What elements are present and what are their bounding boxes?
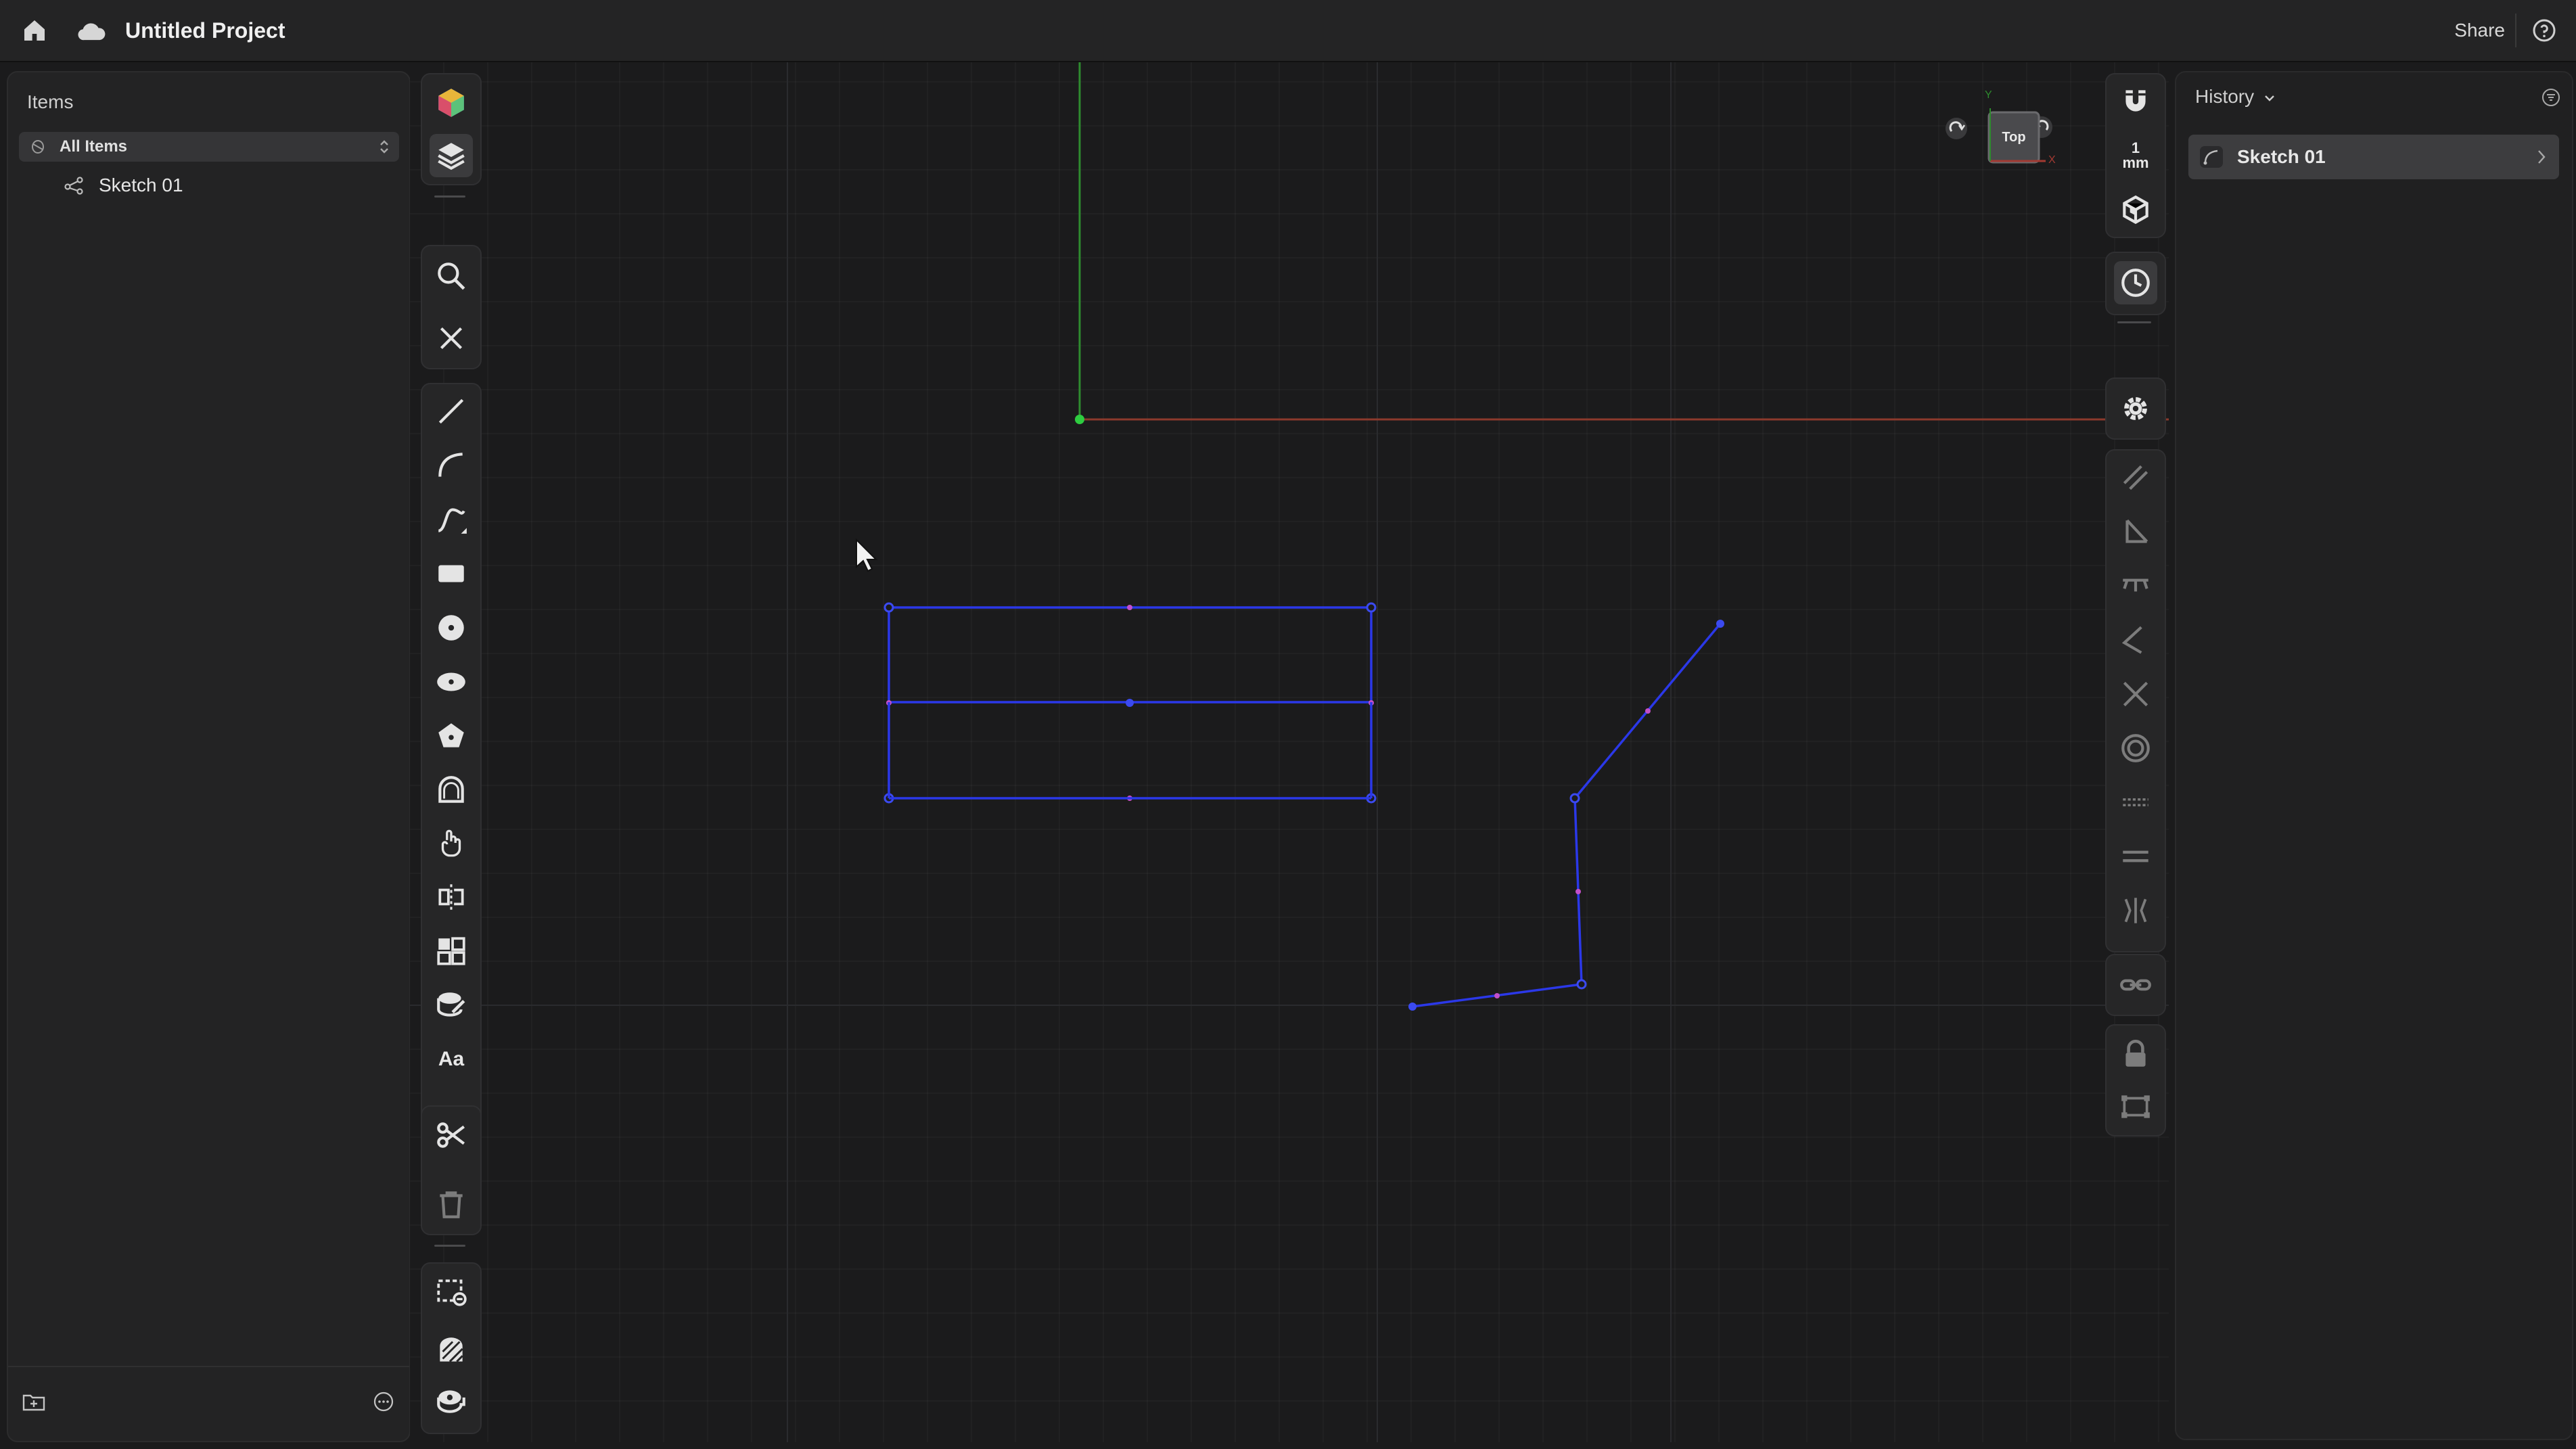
items-panel: Items All Items Sketch 01 (7, 71, 411, 1442)
link-icon[interactable] (2114, 963, 2157, 1007)
history-title[interactable]: History (2195, 86, 2276, 108)
select-box-icon[interactable] (430, 1270, 473, 1314)
home-icon[interactable] (16, 12, 53, 49)
all-items-label: All Items (60, 137, 128, 156)
rectangle-icon[interactable] (430, 552, 473, 595)
history-item[interactable]: Sketch 01 (2188, 135, 2559, 179)
equal-constraint-icon[interactable] (2114, 835, 2157, 878)
history-title-label: History (2195, 86, 2255, 107)
right-toolbar-constraints (2105, 449, 2166, 952)
tangent-constraint-icon[interactable] (2114, 781, 2157, 824)
sketch-polyline[interactable] (1408, 620, 1724, 1011)
offset-icon[interactable] (430, 984, 473, 1027)
project-title[interactable]: Untitled Project (125, 10, 285, 51)
top-bar: Untitled Project Share (0, 0, 2576, 62)
circle-icon[interactable] (430, 606, 473, 649)
mouse-cursor-icon (856, 538, 878, 572)
pattern-icon[interactable] (430, 929, 473, 973)
snap-icon[interactable] (2114, 80, 2157, 123)
mirror-icon[interactable] (430, 875, 473, 919)
new-folder-icon[interactable] (22, 1392, 46, 1415)
sort-chevron-icon[interactable] (377, 138, 391, 159)
move-icon[interactable] (430, 821, 473, 865)
parallel-constraint-icon[interactable] (2114, 456, 2157, 499)
left-toolbar-edit (421, 1105, 482, 1235)
right-toolbar-lock (2105, 1024, 2166, 1136)
left-toolbar-sketch: Aa (421, 383, 482, 1139)
chevron-right-icon[interactable] (2536, 148, 2547, 169)
items-heading: Items (27, 91, 74, 112)
view-cube-top-label[interactable]: Top (1989, 112, 2039, 162)
symmetric-constraint-icon[interactable] (2114, 889, 2157, 932)
left-toolbar-top (421, 73, 482, 185)
right-toolbar-settings (2105, 377, 2166, 440)
bounding-box-icon[interactable] (2114, 1085, 2157, 1128)
right-toolbar-history (2105, 252, 2166, 315)
unit-icon[interactable]: 1 mm (2114, 134, 2157, 177)
cloud-icon[interactable] (73, 12, 110, 49)
unit-label: 1 mm (2122, 139, 2149, 171)
help-icon[interactable] (2526, 12, 2562, 49)
view-cube-icon[interactable] (2114, 188, 2157, 231)
line-icon[interactable] (430, 390, 473, 433)
trim-icon[interactable] (430, 1113, 473, 1157)
delete-icon[interactable] (430, 1182, 473, 1226)
right-toolbar-top: 1 mm (2105, 73, 2166, 238)
visibility-icon[interactable] (30, 139, 46, 158)
ellipse-icon[interactable] (430, 660, 473, 704)
topbar-divider (2515, 14, 2516, 47)
history-panel: History Sketch 01 (2175, 71, 2573, 1440)
sketch-row-label: Sketch 01 (99, 175, 183, 196)
history-item-label: Sketch 01 (2237, 146, 2326, 167)
hatch-icon[interactable] (430, 1329, 473, 1372)
history-icon[interactable] (2114, 261, 2157, 304)
left-toolbar-bottom (421, 1262, 482, 1434)
lock-icon[interactable] (2114, 1032, 2157, 1076)
concentric-constraint-icon[interactable] (2114, 727, 2157, 770)
arc-icon[interactable] (430, 444, 473, 487)
more-icon[interactable] (372, 1390, 395, 1417)
settings-icon[interactable] (2114, 387, 2157, 430)
toolbar-divider (2117, 321, 2151, 323)
all-items-filter[interactable]: All Items (19, 132, 399, 162)
material-icon[interactable] (430, 81, 473, 124)
angle-constraint-icon[interactable] (2114, 618, 2157, 662)
toolbar-divider (434, 196, 465, 198)
filter-icon[interactable] (2541, 87, 2561, 111)
search-icon[interactable] (430, 254, 473, 298)
horizontal-constraint-icon[interactable] (2114, 564, 2157, 607)
origin-point[interactable] (1075, 415, 1084, 424)
close-icon[interactable] (430, 317, 473, 360)
sketch-canvas[interactable]: Top Y X (410, 62, 2169, 1442)
share-button[interactable]: Share (2454, 10, 2505, 51)
measure-icon[interactable] (430, 1379, 473, 1422)
coincident-constraint-icon[interactable] (2114, 672, 2157, 716)
rotate-left-icon[interactable] (1946, 118, 1967, 139)
text-icon[interactable]: Aa (430, 1038, 473, 1081)
panel-divider (8, 1366, 409, 1367)
left-toolbar-search (421, 245, 482, 369)
toolbar-divider (434, 1245, 465, 1247)
sketch-rectangle[interactable] (883, 602, 1377, 804)
view-cube-x-label: X (2048, 154, 2056, 166)
perpendicular-constraint-icon[interactable] (2114, 510, 2157, 553)
text-tool-label: Aa (438, 1048, 465, 1070)
layers-icon[interactable] (430, 134, 473, 177)
right-toolbar-link (2105, 954, 2166, 1016)
view-cube-y-label: Y (1985, 89, 1992, 101)
polygon-icon[interactable] (430, 714, 473, 758)
slot-icon[interactable] (430, 768, 473, 812)
sketch-icon (64, 176, 84, 198)
spline-icon[interactable] (430, 498, 473, 541)
sketch-icon (2199, 145, 2224, 172)
view-cube[interactable]: Top Y X (1929, 88, 2065, 196)
chevron-down-icon (2265, 95, 2274, 101)
